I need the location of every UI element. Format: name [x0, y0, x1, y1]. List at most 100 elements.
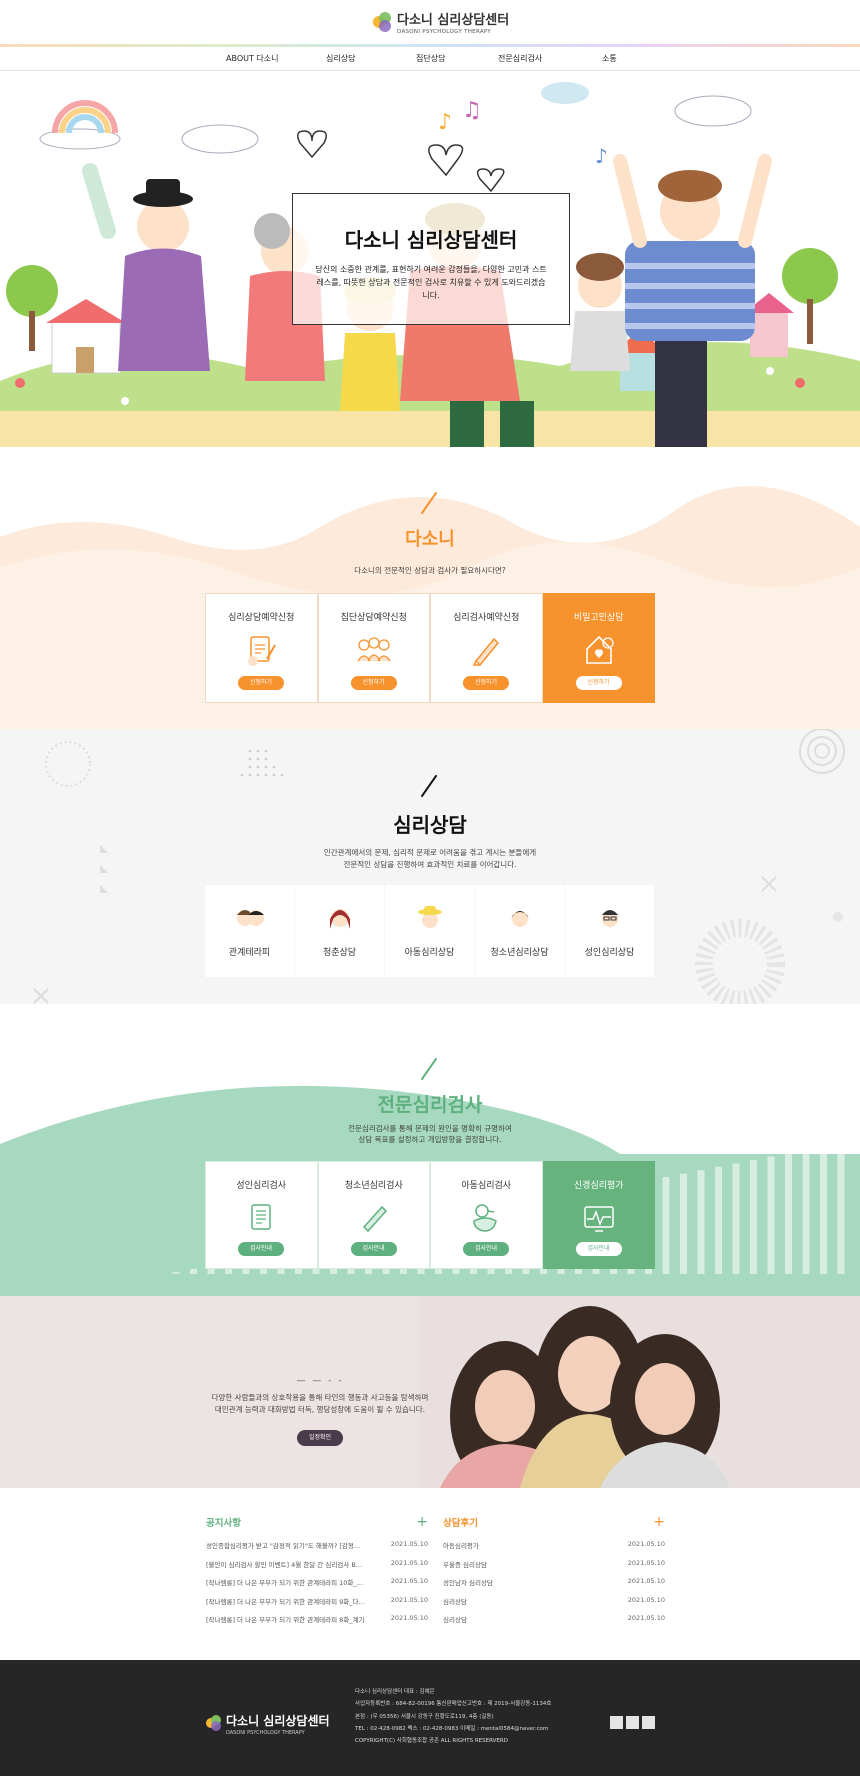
- notice-row[interactable]: [불안이 심리검사 할인 이벤트] 4월 한달 간 심리검사 BEST 할인 20…: [206, 1559, 428, 1578]
- review-row[interactable]: 심리상담 2021.05.10: [443, 1614, 665, 1633]
- duck-icon: [473, 1204, 498, 1232]
- apply-button[interactable]: 신청하기: [575, 676, 622, 690]
- counseling-section: 심리상담 인간관계에서의 문제, 심리적 문제로 어려움을 겪고 계시는 분들에…: [0, 729, 860, 1004]
- notice-row-date: 2021.05.10: [390, 1595, 428, 1604]
- counseling-item-adult[interactable]: 성인심리상담: [565, 885, 654, 977]
- apply-button[interactable]: 신청하기: [238, 676, 284, 690]
- schedule-button[interactable]: 일정확인: [297, 1430, 343, 1446]
- notice-row-date: 2021.05.10: [390, 1577, 428, 1585]
- hero-banner: ♪ ♫ ♪ 다소니 심리상담센터 당신의 소중한 관계를, 표현하기 여려운 감…: [0, 71, 860, 447]
- svg-text:♫: ♫: [462, 98, 482, 123]
- site-footer: 다소니 심리상담센터 DASONI PSYCHOLOGY THERAPY 다소니…: [0, 1660, 860, 1776]
- social-link-icon[interactable]: [642, 1716, 655, 1729]
- nav-test[interactable]: 전문심리검사: [498, 53, 542, 64]
- counseling-item-youth[interactable]: 청춘상담: [295, 885, 384, 977]
- footer-line: TEL : 02-428-0982 팩스 : 02-428-0983 이메일 :…: [355, 1725, 549, 1732]
- review-board-header: 상담후기 +: [443, 1514, 665, 1530]
- review-board-title: 상담후기: [443, 1518, 478, 1529]
- review-row[interactable]: 우울증 심리상담 2021.05.10: [443, 1559, 665, 1578]
- notice-row-date: 2021.05.10: [390, 1558, 428, 1567]
- review-row-title: 아동심리평가: [443, 1542, 479, 1550]
- notice-board: 공지사항 + 성인종합심리평가 받고 "감정적 읽기"도 해볼까? [감정다이어…: [206, 1514, 428, 1633]
- nav-community[interactable]: 소통: [602, 53, 617, 64]
- group-counseling-banner: — — - - 다양한 사람들과의 상호작용을 통해 타인의 행동과 사고등을 …: [0, 1296, 860, 1488]
- dasoni-subtitle: 다소니의 전문적인 상담과 검사가 필요하시다면?: [354, 566, 506, 575]
- review-board: 상담후기 + 아동심리평가 2021.05.10 우울증 심리상담 2021.05.…: [443, 1514, 665, 1633]
- review-row[interactable]: 아동심리평가 2021.05.10: [443, 1540, 665, 1559]
- review-row-date: 2021.05.10: [627, 1540, 665, 1548]
- footer-line: 사업자등록번호 : 684-82-00196 통신판매업신고번호 : 제 201…: [355, 1701, 552, 1708]
- notice-row[interactable]: 성인종합심리평가 받고 "감정적 읽기"도 해볼까? [감정다이어리] 2021.…: [206, 1540, 428, 1559]
- counseling-item-relationship[interactable]: 관계테라피: [205, 885, 294, 977]
- review-row-title: 심리상담: [443, 1616, 467, 1624]
- test-card-adult[interactable]: 성인심리검사 검사안내: [205, 1161, 318, 1269]
- site-logo[interactable]: 다소니 심리상담센터 DASONI PSYCHOLOGY THERAPY: [373, 9, 509, 35]
- review-row[interactable]: 성인남자 심리상담 2021.05.10: [443, 1577, 665, 1596]
- reservation-card-test[interactable]: 심리검사예약신청 신청하기: [430, 593, 543, 703]
- boards-section: 공지사항 + 성인종합심리평가 받고 "감정적 읽기"도 해볼까? [감정다이어…: [0, 1488, 860, 1660]
- test-info-button[interactable]: 검사안내: [575, 1242, 622, 1256]
- test-cards: 성인심리검사 검사안내 청소년심리검사 검사안내 아동심리검사 검사안내 신경심…: [205, 1161, 655, 1269]
- footer-line: COPYRIGHT(C) 사회협동조합 공존 ALL RIGHTS RESERV…: [355, 1738, 508, 1745]
- hero-description: 당신의 소중한 관계를, 표현하기 여려운 감정들을, 다양한 고민과 스트레스…: [315, 265, 547, 300]
- notice-row[interactable]: [작나렘롱] 더 나은 부부가 되기 위한 관계테라피 9화_다시 시작 2021…: [206, 1596, 428, 1615]
- group-people-icon: [357, 637, 391, 662]
- review-row-date: 2021.05.10: [627, 1558, 665, 1567]
- adult-man-icon: [601, 910, 618, 927]
- test-card-child[interactable]: 아동심리검사 검사안내: [430, 1161, 543, 1269]
- card-title: 심리검사예약신청: [453, 613, 520, 623]
- social-link-icon[interactable]: [626, 1716, 639, 1729]
- card-title: 집단상담예약신청: [340, 613, 407, 623]
- apply-button[interactable]: 신청하기: [350, 676, 397, 690]
- review-more-plus-icon[interactable]: +: [653, 1515, 665, 1529]
- dasoni-title: 다소니: [405, 529, 455, 550]
- group-desc-line2: 대인관계 능력과 대화방법 터득, 행당성장에 도움이 될 수 있습니다.: [214, 1405, 426, 1414]
- apply-button[interactable]: 신청하기: [463, 676, 509, 690]
- footer-logo[interactable]: 다소니 심리상담센터 DASONI PSYCHOLOGY THERAPY: [206, 1710, 330, 1736]
- test-card-teen[interactable]: 청소년심리검사 검사안내: [317, 1161, 430, 1269]
- brain-monitor-icon: [584, 1206, 614, 1232]
- counseling-item-label: 성인심리상담: [584, 948, 635, 958]
- logo-title: 다소니 심리상담센터: [397, 13, 510, 28]
- test-title: 전문심리검사: [377, 1094, 483, 1116]
- card-title: 아동심리검사: [461, 1181, 512, 1191]
- logo-subtitle: DASONI PSYCHOLOGY THERAPY: [397, 29, 492, 35]
- social-link-icon[interactable]: [610, 1716, 623, 1729]
- dasoni-section: 다소니 다소니의 전문적인 상담과 검사가 필요하시다면? 심리상담예약신청 신…: [0, 447, 860, 729]
- notice-row[interactable]: [작나렘롱] 더 나은 부부가 되기 위한 관계테라피 8화_계기 2021.05…: [206, 1614, 428, 1633]
- counseling-item-teen[interactable]: 청소년심리상담: [475, 885, 564, 977]
- review-row[interactable]: 심리상담 2021.05.10: [443, 1596, 665, 1615]
- footer-line: 다소니 심리상담센터 대표 : 김예은: [355, 1689, 435, 1695]
- nav-counseling[interactable]: 심리상담: [326, 53, 355, 64]
- test-info-button[interactable]: 검사안내: [463, 1242, 509, 1256]
- house-heart-icon: [585, 635, 614, 664]
- card-title: 비밀고민상담: [573, 613, 624, 623]
- test-card-neuro[interactable]: 신경심리평가 검사안내: [542, 1161, 655, 1269]
- psych-test-section: 전문심리검사 전문심리검사를 통해 문제의 원인을 명확히 규명하여 상담 목표…: [0, 1004, 860, 1296]
- nav-group[interactable]: 집단상담: [416, 53, 445, 64]
- test-info-button[interactable]: 검사안내: [350, 1242, 397, 1256]
- notice-row-title: 성인종합심리평가 받고 "감정적 읽기"도 해볼까? [감정다이어리]: [206, 1542, 366, 1550]
- footer-social-links: [610, 1716, 655, 1729]
- counseling-subtitle-line2: 전문적인 상담을 진행하여 효과적인 치료를 이어갑니다.: [343, 860, 517, 869]
- notice-row-title: [작나렘롱] 더 나은 부부가 되기 위한 관계테라피 10화_마치며: [206, 1579, 366, 1587]
- notice-board-title: 공지사항: [206, 1518, 241, 1529]
- review-row-date: 2021.05.10: [627, 1577, 665, 1585]
- child-icon: [417, 906, 442, 928]
- reservation-card-counseling[interactable]: 심리상담예약신청 신청하기: [205, 593, 318, 703]
- notice-row-title: [작나렘롱] 더 나은 부부가 되기 위한 관계테라피 8화_계기: [206, 1616, 365, 1624]
- review-row-title: 성인남자 심리상담: [443, 1579, 493, 1587]
- counseling-subtitle-line1: 인간관계에서의 문제, 심리적 문제로 어려움을 겪고 계시는 분들에게: [323, 848, 537, 857]
- card-title: 신경심리평가: [573, 1181, 624, 1191]
- svg-text:♪: ♪: [438, 110, 452, 135]
- reservation-card-secret[interactable]: 비밀고민상담 신청하기: [542, 593, 655, 703]
- nav-about[interactable]: ABOUT 다소니: [226, 53, 278, 64]
- test-info-button[interactable]: 검사안내: [238, 1242, 284, 1256]
- counseling-item-label: 청춘상담: [322, 948, 357, 958]
- reservation-card-group[interactable]: 집단상담예약신청 신청하기: [317, 593, 430, 703]
- review-row-title: 심리상담: [443, 1597, 467, 1606]
- notice-row[interactable]: [작나렘롱] 더 나은 부부가 되기 위한 관계테라피 10화_마치며 2021.…: [206, 1577, 428, 1596]
- site-header: 다소니 심리상담센터 DASONI PSYCHOLOGY THERAPY: [0, 0, 860, 44]
- counseling-item-child[interactable]: 아동심리상담: [385, 885, 474, 977]
- notice-more-plus-icon[interactable]: +: [416, 1515, 428, 1529]
